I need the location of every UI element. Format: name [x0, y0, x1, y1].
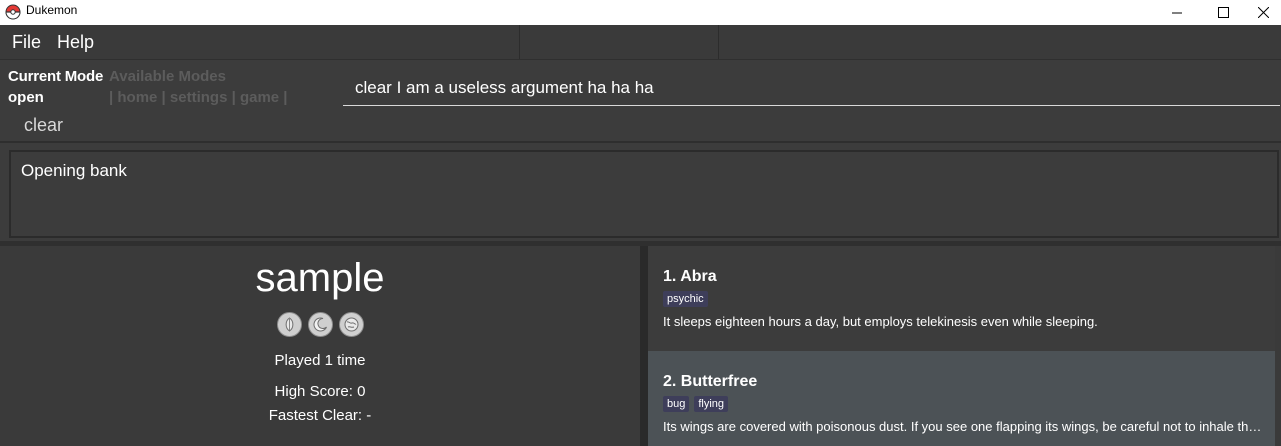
card-title: 2. Butterfree [663, 373, 758, 390]
bank-info-panel: sample Played 1 time High Score: 0 Faste… [0, 246, 640, 446]
bank-title: sample [255, 256, 385, 300]
tag-list: bug flying [663, 396, 729, 412]
menu-file[interactable]: File [12, 32, 41, 53]
played-count: Played 1 time [274, 352, 366, 369]
minimize-button[interactable] [1154, 0, 1200, 25]
list-scrollbar[interactable] [1275, 246, 1281, 446]
current-mode-value: open [8, 89, 44, 106]
mode-area: Current Mode open Available Modes | home… [0, 61, 1281, 143]
command-box [343, 72, 1280, 106]
menu-bar: File Help [0, 25, 1281, 60]
menu-help[interactable]: Help [57, 32, 94, 53]
autocomplete-suggestion[interactable]: clear [24, 115, 63, 136]
card-description: It sleeps eighteen hours a day, but empl… [663, 314, 1098, 329]
tag: flying [694, 396, 729, 412]
list-item[interactable]: 2. Butterfree bug flying Its wings are c… [648, 351, 1275, 446]
close-button[interactable] [1246, 0, 1281, 25]
globe-badge-icon [338, 312, 364, 337]
result-text: Opening bank [21, 161, 127, 180]
title-bar: Dukemon [0, 0, 1281, 25]
window-title: Dukemon [26, 3, 78, 17]
close-icon [1257, 3, 1270, 22]
high-score: High Score: 0 [274, 383, 366, 400]
command-input[interactable] [355, 75, 1255, 101]
available-modes-label: Available Modes [109, 68, 226, 85]
available-modes-list: | home | settings | game | [109, 89, 288, 106]
menu-divider [718, 25, 719, 59]
current-mode-label: Current Mode [8, 68, 104, 85]
card-description: Its wings are covered with poisonous dus… [663, 419, 1263, 434]
moon-badge-icon [307, 312, 333, 337]
result-display: Opening bank [9, 150, 1279, 238]
badge-row [0, 312, 640, 337]
panel-divider[interactable] [640, 246, 648, 446]
menu-divider [519, 25, 520, 59]
minimize-icon [1172, 3, 1182, 22]
card-title: 1. Abra [663, 268, 717, 285]
list-item[interactable]: 1. Abra psychic It sleeps eighteen hours… [648, 246, 1275, 351]
tag-list: psychic [663, 291, 708, 307]
tag: psychic [663, 291, 708, 307]
leaf-badge-icon [276, 312, 302, 337]
pokeball-icon [5, 4, 21, 20]
maximize-button[interactable] [1200, 0, 1246, 25]
tag: bug [663, 396, 690, 412]
maximize-icon [1217, 3, 1229, 22]
fastest-clear: Fastest Clear: - [268, 407, 372, 424]
